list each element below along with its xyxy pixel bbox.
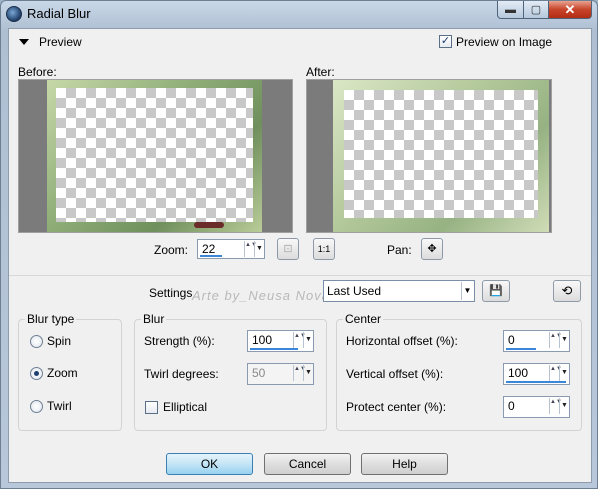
pan-label: Pan: <box>387 243 412 257</box>
section-divider <box>9 275 591 276</box>
horizontal-offset-spinner[interactable]: 0 ▲▼ ▼ <box>503 330 570 352</box>
after-preview[interactable] <box>306 79 552 233</box>
close-button[interactable]: ✕ <box>548 1 592 19</box>
vertical-offset-dropdown-icon[interactable]: ▼ <box>559 365 569 381</box>
blur-type-group: Blur type Spin Zoom Twirl <box>18 312 122 431</box>
center-group: Center Horizontal offset (%): 0 ▲▼ ▼ Ver… <box>336 312 582 431</box>
chevron-down-icon[interactable]: ▼ <box>461 282 473 300</box>
twirl-radio[interactable] <box>30 400 43 413</box>
blur-title: Blur <box>141 312 167 326</box>
cancel-button[interactable]: Cancel <box>264 453 351 475</box>
spin-radio-label[interactable]: Spin <box>47 334 71 348</box>
zoom-to-fit-button[interactable]: ⊡ <box>277 238 299 260</box>
strength-label: Strength (%): <box>144 334 215 348</box>
zoom-slider-track[interactable] <box>200 255 222 257</box>
pan-button[interactable]: ✥ <box>421 238 443 260</box>
horizontal-offset-slider-track[interactable] <box>506 348 536 350</box>
collapse-triangle-icon[interactable] <box>19 39 29 45</box>
twirl-spin-arrows-icon: ▲▼ <box>293 365 306 381</box>
settings-preset-value[interactable]: Last Used <box>327 284 381 298</box>
after-transparent-area <box>344 90 538 218</box>
strength-spin-arrows-icon[interactable]: ▲▼ <box>293 332 306 348</box>
help-button[interactable]: Help <box>361 453 448 475</box>
reset-preset-button[interactable]: ⟲ <box>553 280 581 302</box>
zoom-spin-arrows-icon[interactable]: ▲▼ <box>244 241 257 257</box>
before-label: Before: <box>18 65 57 79</box>
preview-header[interactable]: Preview ✓ Preview on Image <box>9 29 591 55</box>
radial-blur-dialog: Radial Blur ▬ ▢ ✕ Preview ✓ Preview on I… <box>0 0 598 489</box>
horizontal-offset-spin-arrows-icon[interactable]: ▲▼ <box>549 332 562 348</box>
twirl-radio-label[interactable]: Twirl <box>47 399 72 413</box>
zoom-radio-label[interactable]: Zoom <box>47 366 78 380</box>
save-preset-button[interactable]: 💾 <box>482 280 510 302</box>
vertical-offset-value[interactable]: 100 <box>508 366 528 380</box>
settings-label: Settings <box>149 286 193 300</box>
vertical-offset-slider-track[interactable] <box>506 381 566 383</box>
settings-preset-dropdown[interactable]: Last Used ▼ <box>323 280 475 302</box>
app-icon <box>6 6 22 22</box>
horizontal-offset-value[interactable]: 0 <box>508 333 515 347</box>
protect-center-dropdown-icon[interactable]: ▼ <box>559 398 569 414</box>
window-title: Radial Blur <box>27 6 91 21</box>
after-frame-image <box>333 80 549 232</box>
spin-radio[interactable] <box>30 335 43 348</box>
dialog-body: Preview ✓ Preview on Image Before: After… <box>8 28 592 483</box>
zoom-spinner[interactable]: 22 ▲▼ ▼ <box>197 239 265 259</box>
zoom-radio[interactable] <box>30 367 43 380</box>
vertical-offset-label: Vertical offset (%): <box>346 367 444 381</box>
actual-size-button[interactable]: 1:1 <box>313 238 335 260</box>
zoom-value[interactable]: 22 <box>202 242 215 256</box>
protect-center-label: Protect center (%): <box>346 400 447 414</box>
title-bar[interactable]: Radial Blur ▬ ▢ ✕ <box>1 1 597 27</box>
before-object-fragment <box>194 222 224 228</box>
preview-on-image-checkbox[interactable]: ✓ <box>439 35 452 48</box>
elliptical-checkbox[interactable] <box>145 401 158 414</box>
after-label: After: <box>306 65 335 79</box>
blur-type-title: Blur type <box>25 312 77 326</box>
zoom-dropdown-icon[interactable]: ▼ <box>254 241 264 257</box>
preview-on-image-label[interactable]: Preview on Image <box>456 35 552 49</box>
minimize-button[interactable]: ▬ <box>497 1 524 19</box>
vertical-offset-spinner[interactable]: 100 ▲▼ ▼ <box>503 363 570 385</box>
before-frame-image <box>47 80 262 232</box>
twirl-degrees-label: Twirl degrees: <box>144 367 219 381</box>
preview-label: Preview <box>39 35 82 49</box>
horizontal-offset-label: Horizontal offset (%): <box>346 334 458 348</box>
before-transparent-area <box>56 88 253 222</box>
blur-group: Blur Strength (%): 100 ▲▼ ▼ Twirl degree… <box>134 312 327 431</box>
protect-center-value[interactable]: 0 <box>508 399 515 413</box>
protect-center-spin-arrows-icon[interactable]: ▲▼ <box>549 398 562 414</box>
ok-button[interactable]: OK <box>166 453 253 475</box>
twirl-degrees-spinner: 50 ▲▼ ▼ <box>247 363 314 385</box>
elliptical-label[interactable]: Elliptical <box>163 400 207 414</box>
zoom-label: Zoom: <box>154 243 189 257</box>
horizontal-offset-dropdown-icon[interactable]: ▼ <box>559 332 569 348</box>
center-title: Center <box>343 312 384 326</box>
twirl-dropdown-icon: ▼ <box>303 365 313 381</box>
strength-value[interactable]: 100 <box>252 333 272 347</box>
twirl-degrees-value: 50 <box>252 366 266 380</box>
maximize-button[interactable]: ▢ <box>523 1 549 19</box>
strength-dropdown-icon[interactable]: ▼ <box>303 332 313 348</box>
protect-center-spinner[interactable]: 0 ▲▼ ▼ <box>503 396 570 418</box>
strength-spinner[interactable]: 100 ▲▼ ▼ <box>247 330 314 352</box>
strength-slider-track[interactable] <box>250 348 298 350</box>
vertical-offset-spin-arrows-icon[interactable]: ▲▼ <box>549 365 562 381</box>
before-preview[interactable] <box>18 79 293 233</box>
